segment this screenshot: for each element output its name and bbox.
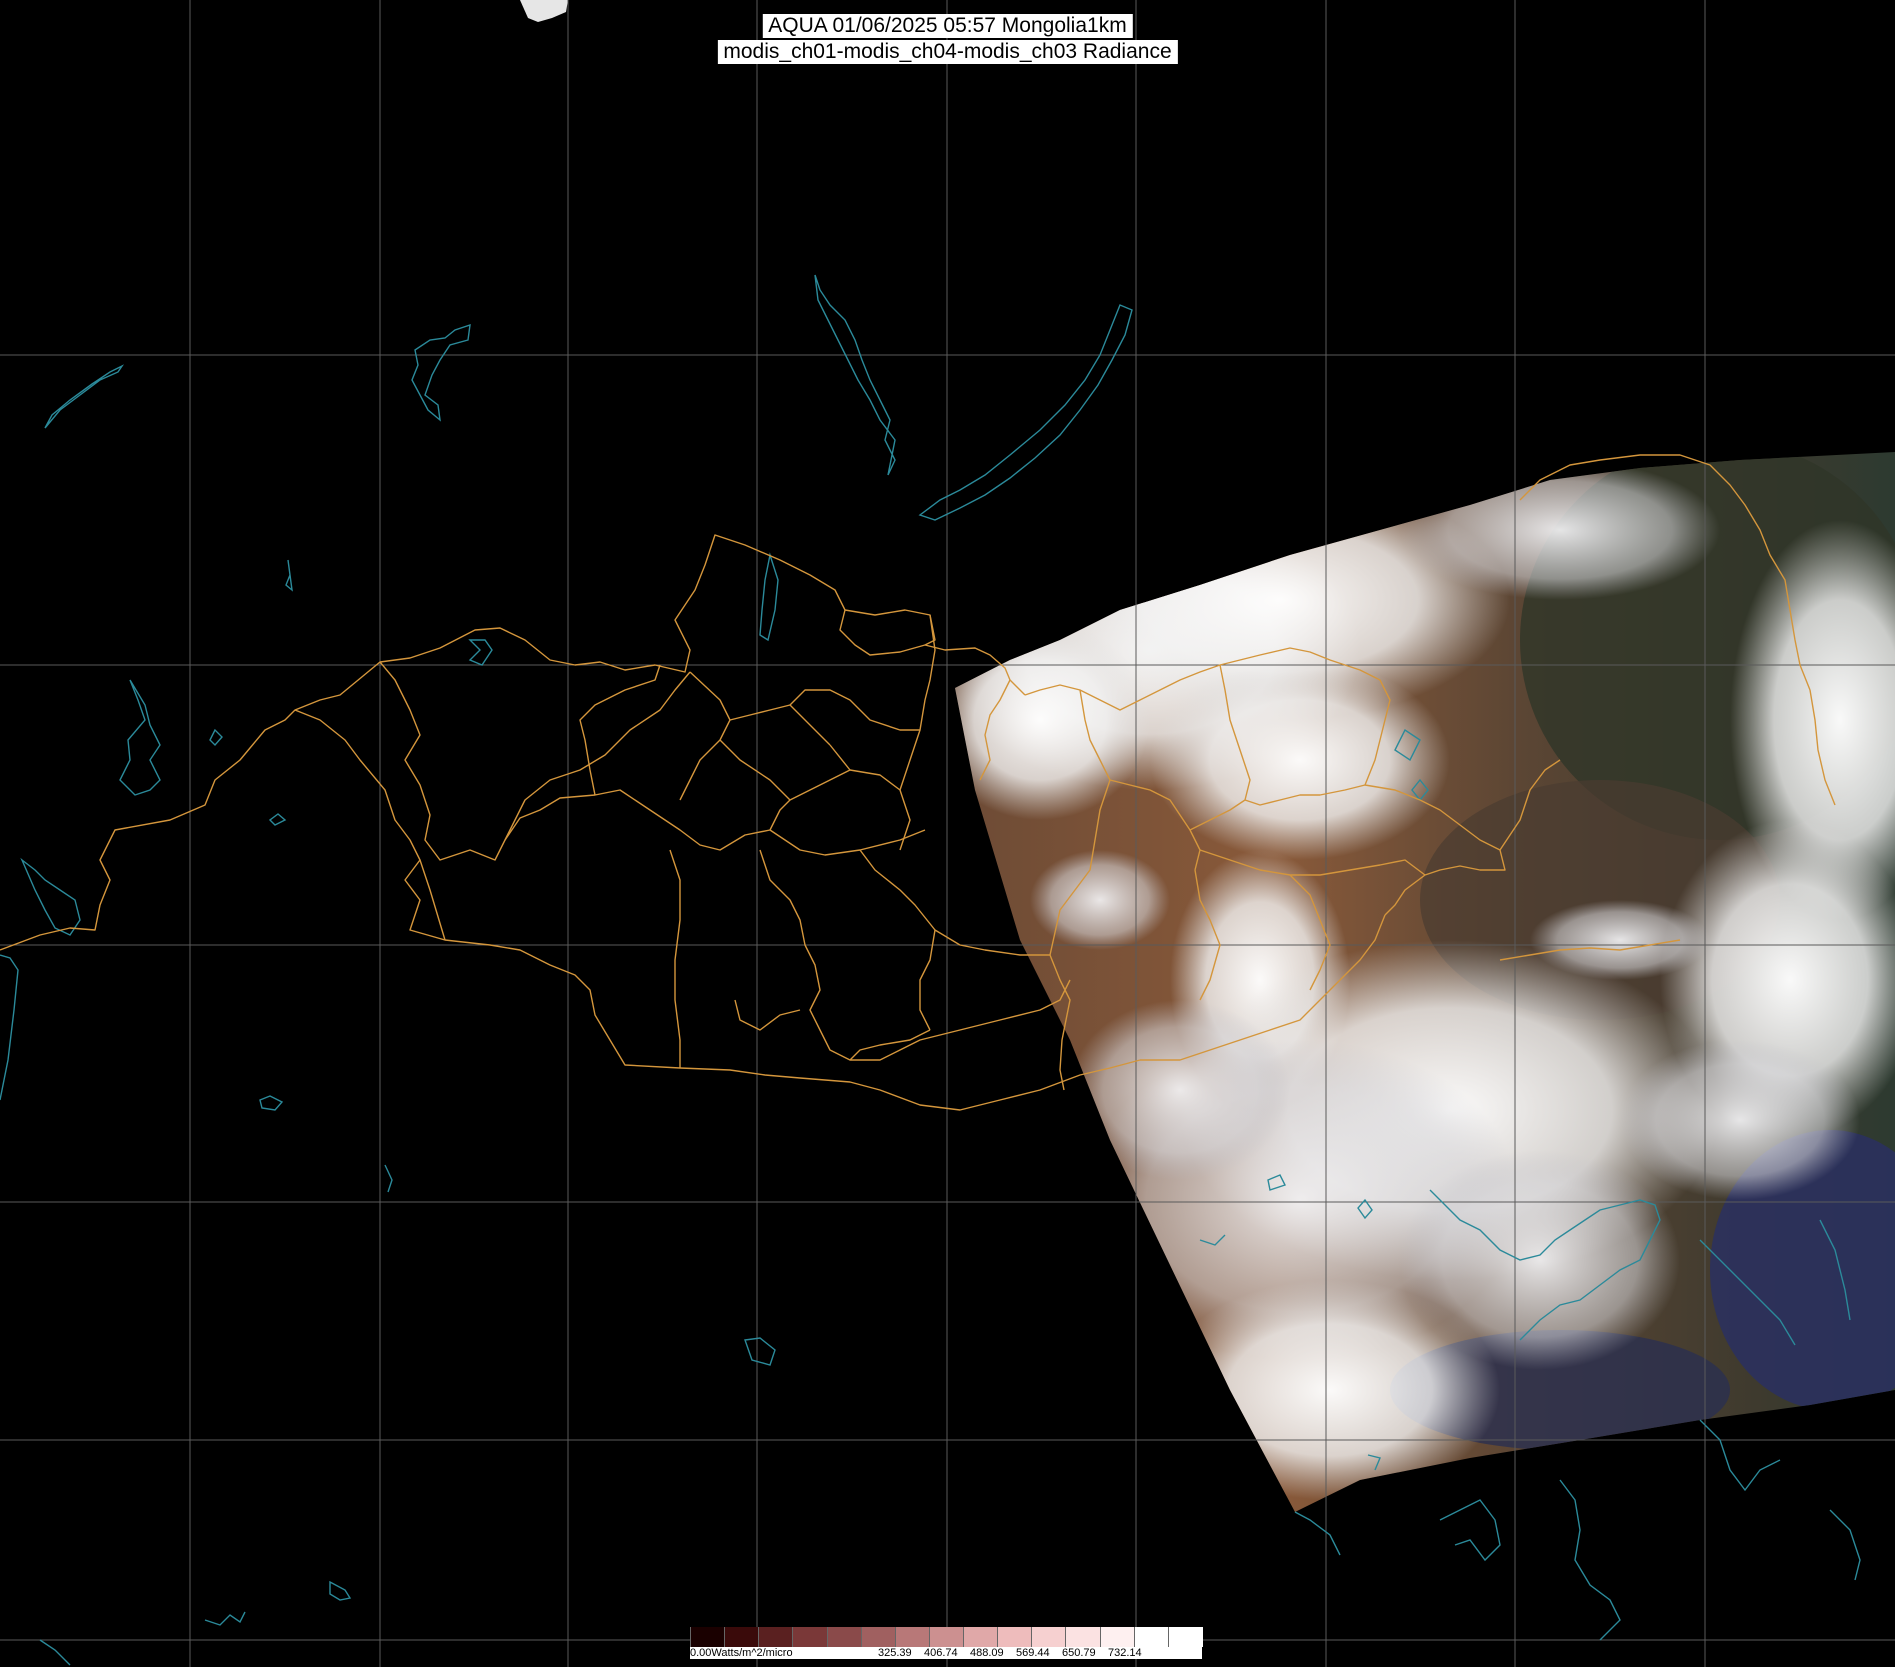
colorbar-segment (792, 1627, 828, 1647)
colorbar-segment (1099, 1627, 1135, 1647)
colorbar-segment (997, 1627, 1033, 1647)
colorbar-tick-label: 569.44 (1016, 1647, 1050, 1659)
satellite-map (0, 0, 1895, 1667)
colorbar-tick-label: 325.39 (878, 1647, 912, 1659)
colorbar-tick-label: 650.79 (1062, 1647, 1096, 1659)
image-subtitle: modis_ch01-modis_ch04-modis_ch03 Radianc… (717, 40, 1178, 64)
colorbar-segment (826, 1627, 862, 1647)
colorbar-segment (894, 1627, 930, 1647)
colorbar-segment (963, 1627, 999, 1647)
image-title: AQUA 01/06/2025 05:57 Mongolia1km (762, 14, 1133, 38)
top-swath-fragment (520, 0, 568, 22)
colorbar-segment (758, 1627, 794, 1647)
colorbar-segment (724, 1627, 760, 1647)
colorbar-legend: 0.00Watts/m^2/micro 325.39 406.74 488.09… (690, 1627, 1203, 1659)
colorbar-segment (690, 1627, 726, 1647)
colorbar-unit-label: 0.00Watts/m^2/micro (690, 1647, 793, 1659)
colorbar-tick-label: 732.14 (1108, 1647, 1142, 1659)
colorbar-segment (1167, 1627, 1203, 1647)
colorbar-segment (1065, 1627, 1101, 1647)
colorbar-segment (860, 1627, 896, 1647)
satellite-swath (955, 452, 1895, 1512)
colorbar-segment (1031, 1627, 1067, 1647)
colorbar-tick-label: 488.09 (970, 1647, 1004, 1659)
colorbar-segment (928, 1627, 965, 1647)
colorbar-segment (1133, 1627, 1169, 1647)
colorbar-tick-label: 406.74 (924, 1647, 958, 1659)
